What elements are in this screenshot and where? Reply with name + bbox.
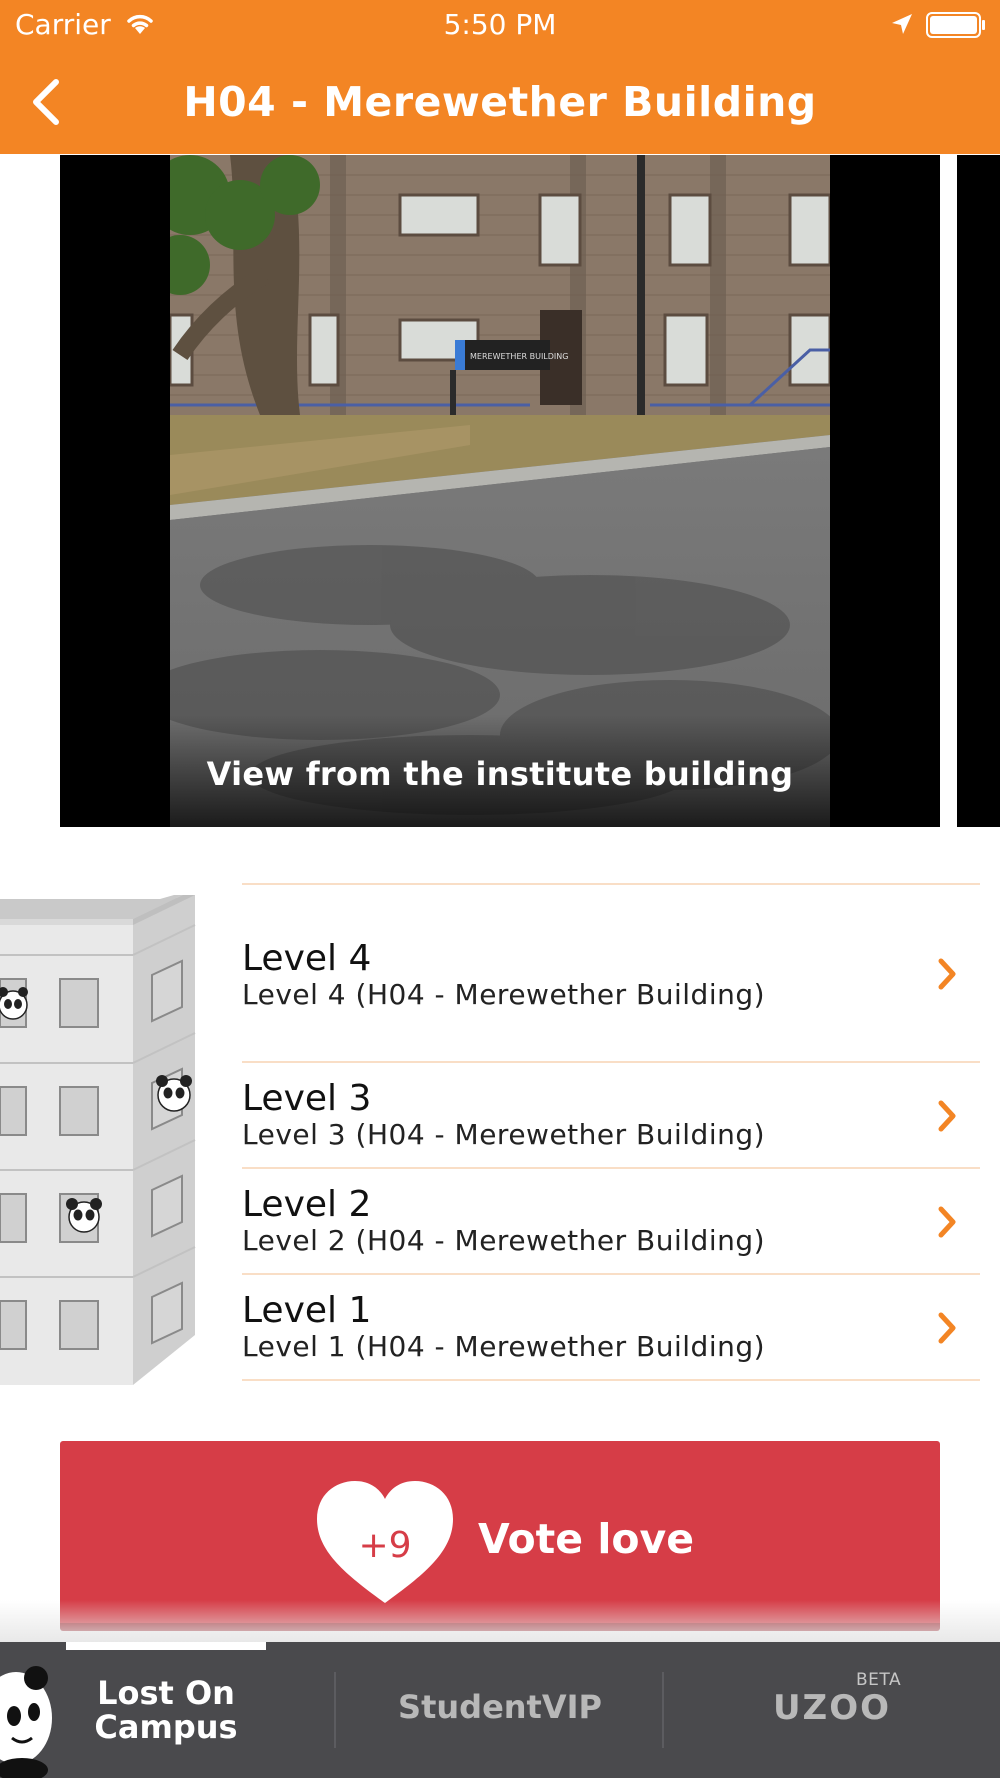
level-row-4[interactable]: Level 4 Level 4 (H04 - Merewether Buildi… bbox=[242, 883, 980, 1061]
photo-caption: View from the institute building bbox=[206, 755, 794, 793]
building-photo: MEREWETHER BUILDING View from the instit… bbox=[170, 155, 830, 827]
level-subtitle: Level 2 (H04 - Merewether Building) bbox=[242, 1224, 766, 1257]
level-subtitle: Level 3 (H04 - Merewether Building) bbox=[242, 1118, 766, 1151]
level-subtitle: Level 1 (H04 - Merewether Building) bbox=[242, 1330, 766, 1363]
chevron-right-icon bbox=[938, 958, 956, 990]
photo-carousel[interactable]: MEREWETHER BUILDING View from the instit… bbox=[60, 155, 940, 827]
chevron-right-icon bbox=[938, 1312, 956, 1344]
tab-label-line2: Campus bbox=[94, 1708, 238, 1746]
building-illustration bbox=[0, 895, 196, 1385]
panda-icon bbox=[156, 1075, 192, 1112]
level-subtitle: Level 4 (H04 - Merewether Building) bbox=[242, 978, 766, 1011]
tab-studentvip[interactable]: StudentVIP bbox=[336, 1642, 664, 1778]
scroll-fade bbox=[0, 1600, 1000, 1642]
app-screen: Carrier 5:50 PM H04 - Merewether Buildin… bbox=[0, 0, 1000, 1778]
level-row-1[interactable]: Level 1 Level 1 (H04 - Merewether Buildi… bbox=[242, 1273, 980, 1379]
building-photo-illustration: MEREWETHER BUILDING bbox=[170, 155, 830, 827]
divider bbox=[242, 1379, 980, 1381]
tab-label: UZOO bbox=[772, 1688, 892, 1728]
battery-full-icon bbox=[926, 12, 985, 38]
tab-uzoo[interactable]: UZOO BETA bbox=[664, 1642, 1000, 1778]
vote-count: +9 bbox=[358, 1525, 412, 1566]
level-row-3[interactable]: Level 3 Level 3 (H04 - Merewether Buildi… bbox=[242, 1061, 980, 1167]
status-bar: Carrier 5:50 PM bbox=[0, 0, 1000, 50]
level-title: Level 1 bbox=[242, 1290, 372, 1331]
tab-label: StudentVIP bbox=[398, 1688, 602, 1726]
chevron-right-icon bbox=[938, 1100, 956, 1132]
level-row-2[interactable]: Level 2 Level 2 (H04 - Merewether Buildi… bbox=[242, 1167, 980, 1273]
level-title: Level 4 bbox=[242, 938, 372, 979]
vote-label: Vote love bbox=[478, 1515, 695, 1563]
level-title: Level 3 bbox=[242, 1078, 372, 1119]
beta-badge: BETA bbox=[856, 1670, 902, 1690]
level-title: Level 2 bbox=[242, 1184, 372, 1225]
tab-label-line1: Lost On bbox=[97, 1674, 235, 1712]
top-bar: Carrier 5:50 PM H04 - Merewether Buildin… bbox=[0, 0, 1000, 154]
chevron-right-icon bbox=[938, 1206, 956, 1238]
location-arrow-icon bbox=[892, 14, 912, 34]
next-photo-peek[interactable] bbox=[957, 155, 1000, 827]
tab-lost-on-campus[interactable]: Lost On Campus bbox=[66, 1642, 266, 1778]
navigation-bar: H04 - Merewether Building bbox=[0, 50, 1000, 154]
photo-sign-text: MEREWETHER BUILDING bbox=[470, 352, 568, 361]
page-title: H04 - Merewether Building bbox=[183, 78, 817, 126]
panda-mascot-icon bbox=[0, 1666, 52, 1778]
panda-icon bbox=[0, 987, 28, 1020]
tab-bar: Lost On Campus StudentVIP UZOO BETA bbox=[0, 1642, 1000, 1778]
status-time: 5:50 PM bbox=[443, 8, 557, 41]
